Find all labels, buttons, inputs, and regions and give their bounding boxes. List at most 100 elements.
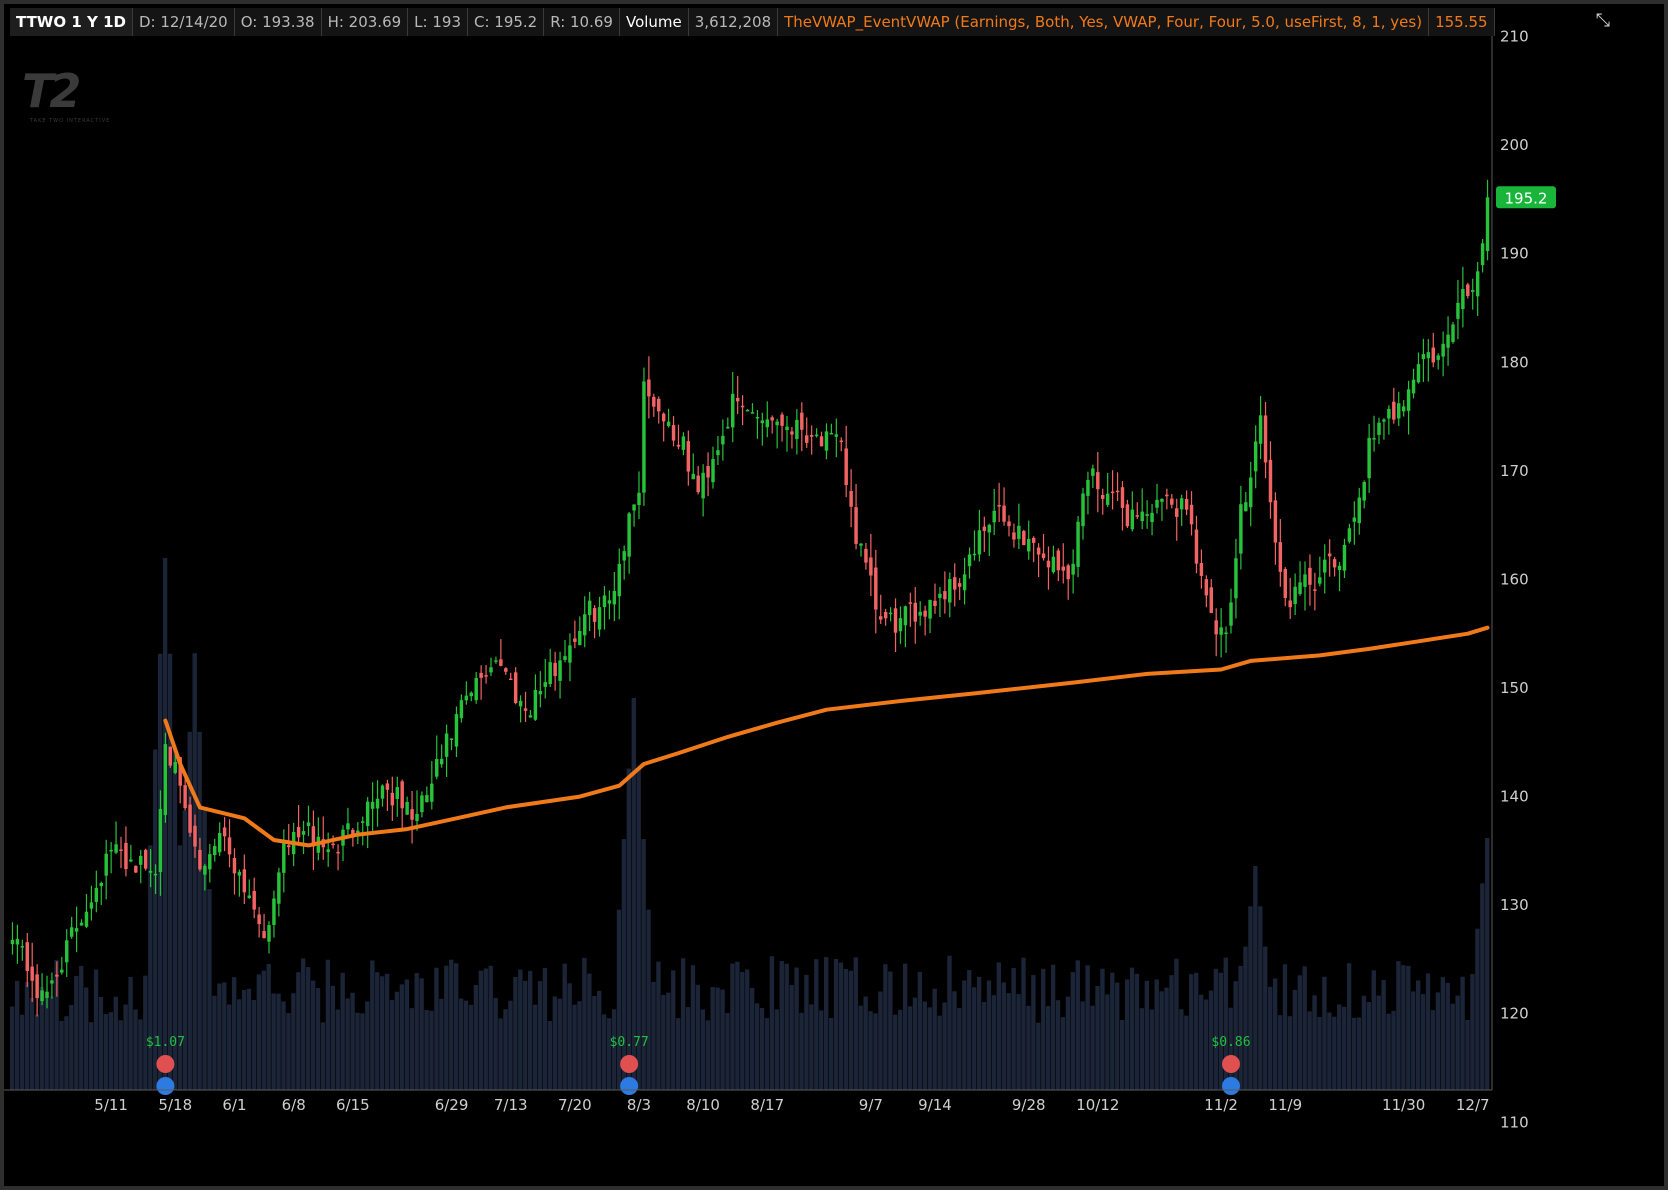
earnings-bulb-icon[interactable] bbox=[156, 1077, 175, 1095]
candle-body bbox=[686, 441, 691, 472]
volume-bar bbox=[1080, 1001, 1085, 1090]
earnings-phone-icon[interactable] bbox=[1222, 1055, 1240, 1073]
candle-body bbox=[1061, 566, 1065, 571]
indicator-label[interactable]: TheVWAP_EventVWAP (Earnings, Both, Yes, … bbox=[778, 8, 1430, 36]
earnings-amount-label: $0.77 bbox=[610, 1035, 649, 1050]
company-logo: T2 bbox=[22, 64, 81, 118]
volume-bar bbox=[389, 1000, 395, 1090]
candle-body bbox=[543, 682, 547, 687]
low-readout: L: 193 bbox=[408, 8, 468, 36]
candle-body bbox=[435, 759, 439, 777]
volume-bar bbox=[409, 1008, 414, 1090]
candle-body bbox=[982, 526, 987, 531]
volume-bar bbox=[64, 1016, 69, 1090]
volume-bar bbox=[740, 972, 745, 1090]
volume-bar bbox=[14, 980, 20, 1090]
volume-bar bbox=[1129, 967, 1135, 1090]
earnings-phone-icon[interactable] bbox=[620, 1055, 639, 1073]
candle-body bbox=[1170, 498, 1174, 505]
volume-bar bbox=[868, 1011, 873, 1090]
volume-bar bbox=[759, 1008, 765, 1090]
candle-body bbox=[800, 412, 804, 430]
candle-body bbox=[681, 436, 686, 450]
volume-bar bbox=[1371, 970, 1376, 1090]
volume-bar bbox=[281, 1001, 286, 1090]
candle-body bbox=[1288, 600, 1292, 608]
candle-body bbox=[1485, 197, 1490, 252]
candle-body bbox=[731, 393, 735, 428]
volume-bar bbox=[513, 977, 518, 1090]
volume-bar bbox=[478, 970, 483, 1090]
candle-body bbox=[1165, 494, 1169, 497]
candle-body bbox=[415, 813, 419, 822]
candle-body bbox=[370, 801, 375, 809]
candle-body bbox=[1130, 509, 1135, 530]
volume-bar bbox=[1144, 980, 1149, 1090]
candle-body bbox=[760, 420, 765, 424]
candle-body bbox=[222, 827, 227, 837]
earnings-bulb-icon[interactable] bbox=[620, 1077, 639, 1095]
candle-body bbox=[1446, 334, 1450, 348]
candle-body bbox=[992, 510, 996, 523]
volume-bar bbox=[902, 963, 908, 1090]
volume-bar bbox=[138, 1019, 143, 1090]
volume-bar bbox=[69, 1005, 74, 1090]
volume-bar bbox=[365, 1001, 370, 1090]
volume-bar bbox=[1100, 968, 1105, 1090]
candle-body bbox=[124, 842, 128, 870]
volume-bar bbox=[1445, 982, 1450, 1090]
volume-label[interactable]: Volume bbox=[619, 8, 689, 36]
candle-body bbox=[390, 792, 395, 806]
candle-body bbox=[439, 758, 444, 765]
date-tick-label: 7/13 bbox=[494, 1096, 528, 1114]
range-readout: R: 10.69 bbox=[544, 8, 620, 36]
volume-bar bbox=[1189, 974, 1194, 1090]
candle-body bbox=[173, 761, 177, 773]
volume-bar bbox=[1485, 838, 1490, 1090]
candle-body bbox=[479, 672, 483, 678]
volume-bar bbox=[1011, 968, 1016, 1090]
volume-bar bbox=[162, 558, 168, 1090]
candle-body bbox=[612, 590, 617, 605]
candlestick-series bbox=[10, 179, 1490, 1017]
earnings-phone-icon[interactable] bbox=[156, 1055, 175, 1073]
symbol-label[interactable]: TTWO 1 Y 1D bbox=[10, 8, 133, 36]
price-chart[interactable]: $1.07 $0.77 $0.86 110 120 130 140 150 160 170 180… bbox=[4, 4, 1664, 1186]
volume-bar bbox=[1480, 883, 1485, 1090]
volume-bar bbox=[967, 970, 972, 1090]
candle-body bbox=[814, 434, 819, 437]
volume-bar bbox=[912, 997, 918, 1090]
volume-bar bbox=[883, 964, 888, 1090]
volume-bar bbox=[602, 1014, 607, 1090]
candle-body bbox=[84, 911, 89, 927]
volume-bar bbox=[1332, 1016, 1337, 1090]
candle-body bbox=[962, 574, 967, 591]
candle-body bbox=[775, 421, 779, 426]
candle-body bbox=[711, 459, 715, 483]
volume-bar bbox=[251, 1000, 257, 1090]
volume-bar bbox=[1470, 974, 1475, 1090]
volume-bar bbox=[320, 1022, 326, 1090]
candle-body bbox=[839, 440, 843, 443]
volume-bar bbox=[1050, 964, 1056, 1090]
earnings-bulb-icon[interactable] bbox=[1222, 1077, 1240, 1095]
volume-bar bbox=[996, 962, 1001, 1090]
open-readout: O: 193.38 bbox=[234, 8, 322, 36]
price-tick-label: 180 bbox=[1500, 353, 1529, 371]
volume-bar bbox=[1396, 961, 1401, 1090]
volume-bar bbox=[232, 977, 237, 1090]
volume-bar bbox=[572, 1004, 577, 1090]
candle-body bbox=[967, 554, 972, 567]
candle-body bbox=[671, 425, 676, 441]
candle-body bbox=[1451, 324, 1455, 342]
volume-bar bbox=[917, 971, 923, 1090]
volume-bar bbox=[700, 1009, 705, 1090]
volume-bar bbox=[419, 978, 424, 1090]
price-tick-label: 110 bbox=[1500, 1113, 1529, 1131]
collapse-arrows-icon[interactable]: ⤡ bbox=[1596, 10, 1610, 31]
candle-body bbox=[948, 579, 952, 603]
date-tick-label: 8/17 bbox=[750, 1096, 784, 1114]
candle-body bbox=[1234, 558, 1238, 599]
candle-body bbox=[879, 616, 883, 620]
candle-body bbox=[1076, 521, 1080, 567]
